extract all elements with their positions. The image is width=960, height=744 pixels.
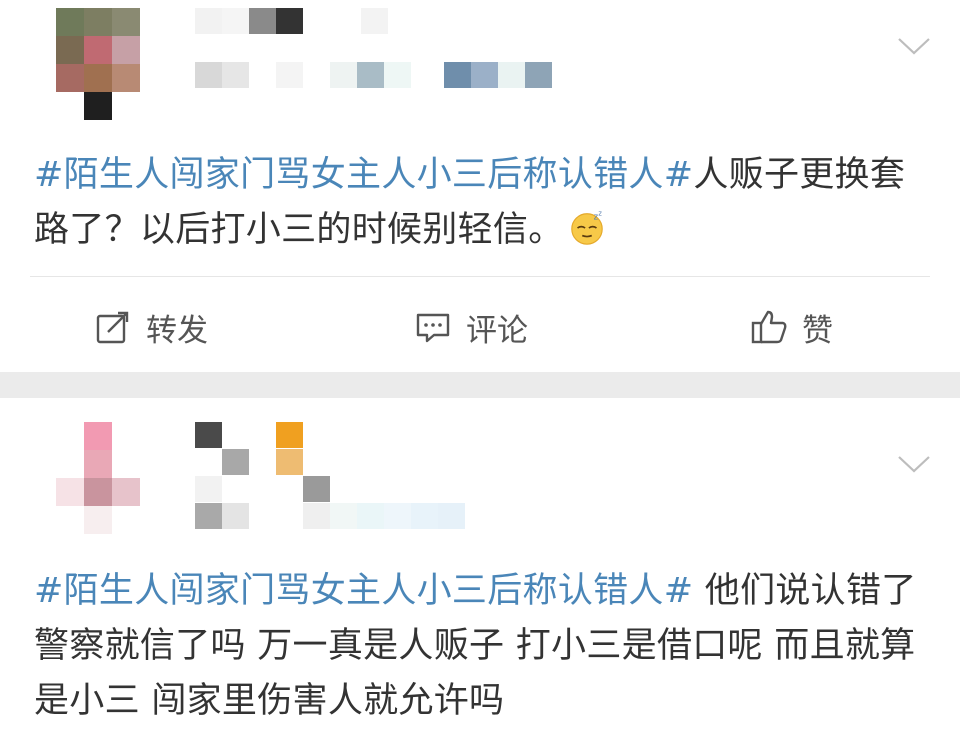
repost-label: 转发	[146, 312, 208, 349]
sleepy-face-icon: z z	[570, 210, 603, 245]
divider	[30, 276, 930, 277]
topic-link[interactable]: #陌生人闯家门骂女主人小三后称认错人#	[34, 571, 693, 611]
svg-text:z: z	[598, 210, 602, 218]
like-icon	[751, 310, 787, 344]
post-text: #陌生人闯家门骂女主人小三后称认错人#人贩子更换套路了？以后打小三的时候别轻信。…	[34, 148, 926, 258]
like-button[interactable]: 赞	[750, 300, 833, 354]
post-card: #陌生人闯家门骂女主人小三后称认错人# 他们说认错了警察就信了吗 万一真是人贩子…	[0, 398, 960, 744]
chevron-down-icon[interactable]	[896, 452, 932, 476]
avatar[interactable]	[56, 422, 140, 534]
repost-icon	[96, 311, 129, 344]
avatar[interactable]	[56, 8, 140, 120]
chevron-down-icon[interactable]	[896, 34, 932, 58]
post-text: #陌生人闯家门骂女主人小三后称认错人# 他们说认错了警察就信了吗 万一真是人贩子…	[34, 564, 926, 729]
topic-link[interactable]: #陌生人闯家门骂女主人小三后称认错人#	[34, 155, 693, 195]
action-bar: 转发 评论 赞	[0, 300, 960, 354]
like-label: 赞	[802, 312, 833, 349]
comment-icon	[416, 313, 450, 343]
comment-label: 评论	[466, 312, 528, 349]
post-separator	[0, 372, 960, 398]
post-card: #陌生人闯家门骂女主人小三后称认错人#人贩子更换套路了？以后打小三的时候别轻信。…	[0, 0, 960, 372]
comment-button[interactable]: 评论	[414, 300, 528, 354]
repost-button[interactable]: 转发	[94, 300, 208, 354]
